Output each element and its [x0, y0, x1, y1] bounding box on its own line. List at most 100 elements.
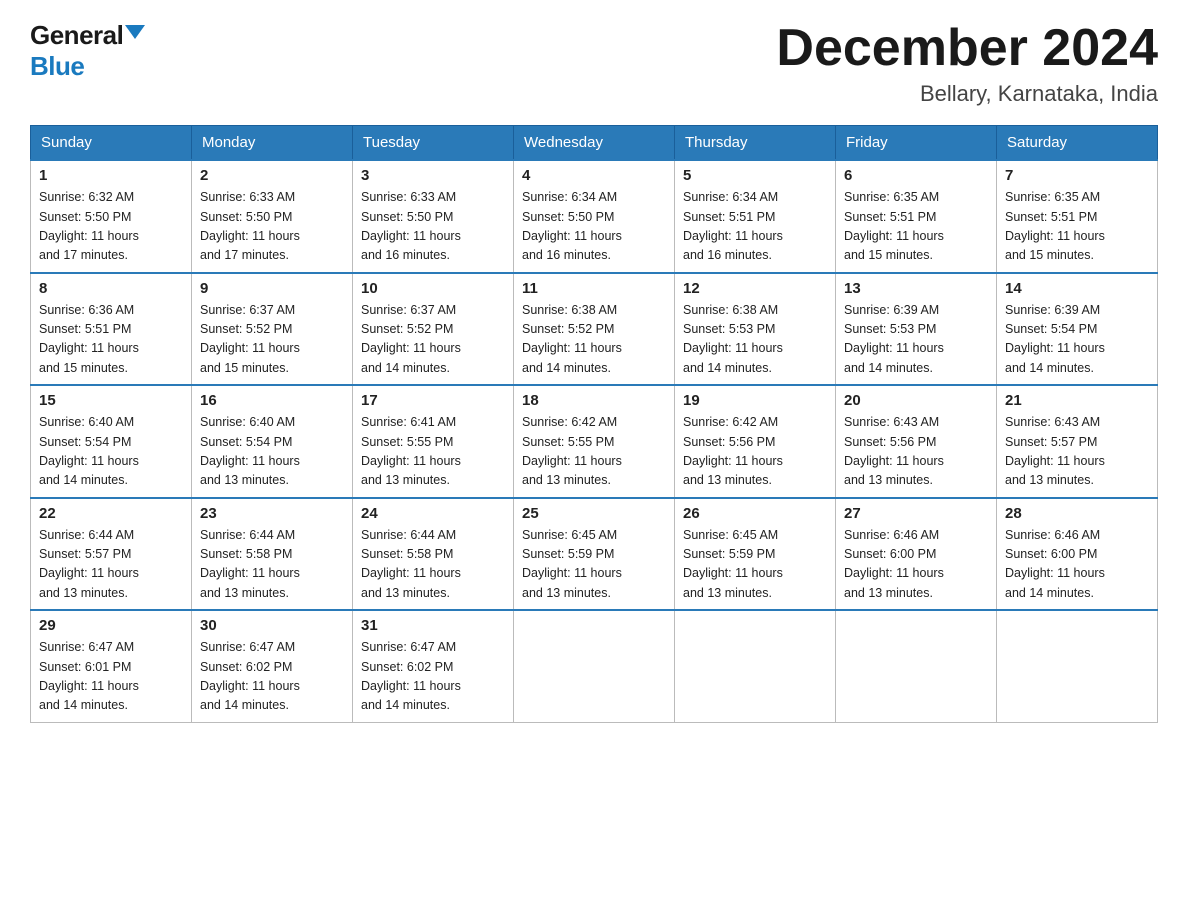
table-row: 9 Sunrise: 6:37 AMSunset: 5:52 PMDayligh…	[192, 273, 353, 386]
day-number: 8	[39, 280, 183, 297]
day-info: Sunrise: 6:47 AMSunset: 6:01 PMDaylight:…	[39, 638, 183, 716]
table-row	[514, 610, 675, 722]
table-row: 4 Sunrise: 6:34 AMSunset: 5:50 PMDayligh…	[514, 160, 675, 273]
day-number: 24	[361, 505, 505, 522]
day-number: 25	[522, 505, 666, 522]
calendar-week-row: 22 Sunrise: 6:44 AMSunset: 5:57 PMDaylig…	[31, 498, 1158, 611]
day-info: Sunrise: 6:37 AMSunset: 5:52 PMDaylight:…	[200, 301, 344, 379]
day-number: 21	[1005, 392, 1149, 409]
day-number: 31	[361, 617, 505, 634]
day-number: 27	[844, 505, 988, 522]
day-number: 14	[1005, 280, 1149, 297]
table-row: 15 Sunrise: 6:40 AMSunset: 5:54 PMDaylig…	[31, 385, 192, 498]
table-row: 22 Sunrise: 6:44 AMSunset: 5:57 PMDaylig…	[31, 498, 192, 611]
day-number: 12	[683, 280, 827, 297]
table-row: 25 Sunrise: 6:45 AMSunset: 5:59 PMDaylig…	[514, 498, 675, 611]
table-row: 2 Sunrise: 6:33 AMSunset: 5:50 PMDayligh…	[192, 160, 353, 273]
day-info: Sunrise: 6:42 AMSunset: 5:56 PMDaylight:…	[683, 413, 827, 491]
table-row: 18 Sunrise: 6:42 AMSunset: 5:55 PMDaylig…	[514, 385, 675, 498]
table-row: 7 Sunrise: 6:35 AMSunset: 5:51 PMDayligh…	[997, 160, 1158, 273]
day-number: 17	[361, 392, 505, 409]
table-row: 30 Sunrise: 6:47 AMSunset: 6:02 PMDaylig…	[192, 610, 353, 722]
calendar-table: Sunday Monday Tuesday Wednesday Thursday…	[30, 125, 1158, 723]
table-row: 12 Sunrise: 6:38 AMSunset: 5:53 PMDaylig…	[675, 273, 836, 386]
day-info: Sunrise: 6:39 AMSunset: 5:54 PMDaylight:…	[1005, 301, 1149, 379]
table-row: 5 Sunrise: 6:34 AMSunset: 5:51 PMDayligh…	[675, 160, 836, 273]
day-number: 1	[39, 167, 183, 184]
logo: General Blue	[30, 20, 145, 82]
day-info: Sunrise: 6:41 AMSunset: 5:55 PMDaylight:…	[361, 413, 505, 491]
day-number: 5	[683, 167, 827, 184]
day-number: 18	[522, 392, 666, 409]
day-number: 13	[844, 280, 988, 297]
day-info: Sunrise: 6:43 AMSunset: 5:56 PMDaylight:…	[844, 413, 988, 491]
col-wednesday: Wednesday	[514, 126, 675, 161]
table-row: 17 Sunrise: 6:41 AMSunset: 5:55 PMDaylig…	[353, 385, 514, 498]
day-number: 9	[200, 280, 344, 297]
day-number: 22	[39, 505, 183, 522]
logo-general-text: General	[30, 20, 123, 51]
table-row: 23 Sunrise: 6:44 AMSunset: 5:58 PMDaylig…	[192, 498, 353, 611]
table-row: 8 Sunrise: 6:36 AMSunset: 5:51 PMDayligh…	[31, 273, 192, 386]
day-number: 2	[200, 167, 344, 184]
table-row: 6 Sunrise: 6:35 AMSunset: 5:51 PMDayligh…	[836, 160, 997, 273]
table-row: 1 Sunrise: 6:32 AMSunset: 5:50 PMDayligh…	[31, 160, 192, 273]
table-row: 13 Sunrise: 6:39 AMSunset: 5:53 PMDaylig…	[836, 273, 997, 386]
day-info: Sunrise: 6:39 AMSunset: 5:53 PMDaylight:…	[844, 301, 988, 379]
day-number: 3	[361, 167, 505, 184]
day-info: Sunrise: 6:46 AMSunset: 6:00 PMDaylight:…	[844, 526, 988, 604]
day-info: Sunrise: 6:44 AMSunset: 5:58 PMDaylight:…	[200, 526, 344, 604]
logo-blue-text: Blue	[30, 51, 84, 81]
day-info: Sunrise: 6:44 AMSunset: 5:58 PMDaylight:…	[361, 526, 505, 604]
table-row: 16 Sunrise: 6:40 AMSunset: 5:54 PMDaylig…	[192, 385, 353, 498]
day-info: Sunrise: 6:35 AMSunset: 5:51 PMDaylight:…	[1005, 188, 1149, 266]
col-tuesday: Tuesday	[353, 126, 514, 161]
table-row	[675, 610, 836, 722]
page-header: General Blue December 2024 Bellary, Karn…	[30, 20, 1158, 107]
day-info: Sunrise: 6:44 AMSunset: 5:57 PMDaylight:…	[39, 526, 183, 604]
calendar-header-row: Sunday Monday Tuesday Wednesday Thursday…	[31, 126, 1158, 161]
day-info: Sunrise: 6:33 AMSunset: 5:50 PMDaylight:…	[200, 188, 344, 266]
calendar-week-row: 29 Sunrise: 6:47 AMSunset: 6:01 PMDaylig…	[31, 610, 1158, 722]
day-info: Sunrise: 6:42 AMSunset: 5:55 PMDaylight:…	[522, 413, 666, 491]
day-info: Sunrise: 6:43 AMSunset: 5:57 PMDaylight:…	[1005, 413, 1149, 491]
day-number: 16	[200, 392, 344, 409]
day-number: 11	[522, 280, 666, 297]
day-number: 19	[683, 392, 827, 409]
col-thursday: Thursday	[675, 126, 836, 161]
day-number: 6	[844, 167, 988, 184]
day-number: 26	[683, 505, 827, 522]
day-number: 30	[200, 617, 344, 634]
calendar-location: Bellary, Karnataka, India	[776, 81, 1158, 107]
table-row: 29 Sunrise: 6:47 AMSunset: 6:01 PMDaylig…	[31, 610, 192, 722]
table-row	[997, 610, 1158, 722]
day-info: Sunrise: 6:34 AMSunset: 5:50 PMDaylight:…	[522, 188, 666, 266]
table-row: 10 Sunrise: 6:37 AMSunset: 5:52 PMDaylig…	[353, 273, 514, 386]
col-friday: Friday	[836, 126, 997, 161]
day-info: Sunrise: 6:36 AMSunset: 5:51 PMDaylight:…	[39, 301, 183, 379]
table-row: 20 Sunrise: 6:43 AMSunset: 5:56 PMDaylig…	[836, 385, 997, 498]
day-number: 23	[200, 505, 344, 522]
col-monday: Monday	[192, 126, 353, 161]
logo-triangle-icon	[125, 25, 145, 39]
day-number: 29	[39, 617, 183, 634]
day-info: Sunrise: 6:32 AMSunset: 5:50 PMDaylight:…	[39, 188, 183, 266]
day-number: 4	[522, 167, 666, 184]
calendar-week-row: 15 Sunrise: 6:40 AMSunset: 5:54 PMDaylig…	[31, 385, 1158, 498]
title-block: December 2024 Bellary, Karnataka, India	[776, 20, 1158, 107]
calendar-week-row: 8 Sunrise: 6:36 AMSunset: 5:51 PMDayligh…	[31, 273, 1158, 386]
day-number: 28	[1005, 505, 1149, 522]
day-info: Sunrise: 6:40 AMSunset: 5:54 PMDaylight:…	[200, 413, 344, 491]
day-info: Sunrise: 6:38 AMSunset: 5:52 PMDaylight:…	[522, 301, 666, 379]
day-info: Sunrise: 6:37 AMSunset: 5:52 PMDaylight:…	[361, 301, 505, 379]
day-info: Sunrise: 6:35 AMSunset: 5:51 PMDaylight:…	[844, 188, 988, 266]
col-sunday: Sunday	[31, 126, 192, 161]
day-info: Sunrise: 6:47 AMSunset: 6:02 PMDaylight:…	[361, 638, 505, 716]
table-row: 31 Sunrise: 6:47 AMSunset: 6:02 PMDaylig…	[353, 610, 514, 722]
table-row: 24 Sunrise: 6:44 AMSunset: 5:58 PMDaylig…	[353, 498, 514, 611]
day-info: Sunrise: 6:34 AMSunset: 5:51 PMDaylight:…	[683, 188, 827, 266]
table-row: 14 Sunrise: 6:39 AMSunset: 5:54 PMDaylig…	[997, 273, 1158, 386]
table-row: 28 Sunrise: 6:46 AMSunset: 6:00 PMDaylig…	[997, 498, 1158, 611]
day-number: 10	[361, 280, 505, 297]
table-row: 27 Sunrise: 6:46 AMSunset: 6:00 PMDaylig…	[836, 498, 997, 611]
